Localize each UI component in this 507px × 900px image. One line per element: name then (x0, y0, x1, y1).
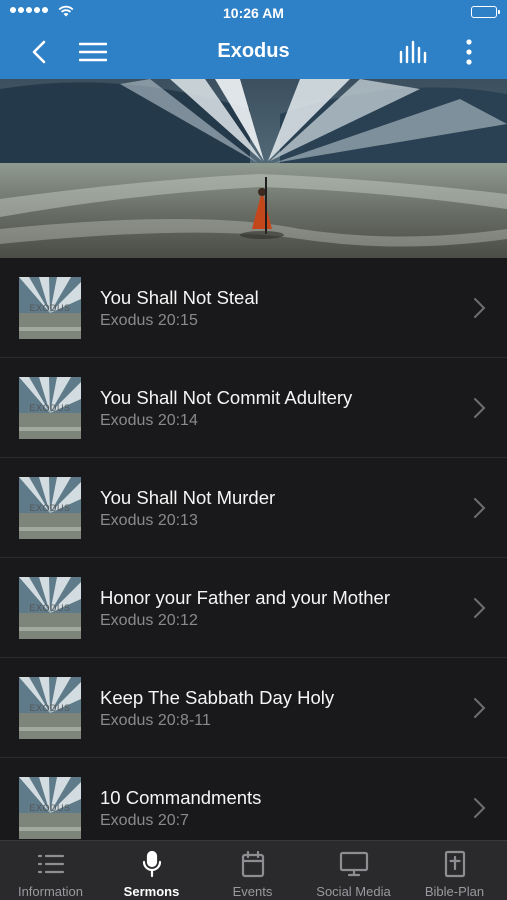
tab-social-media[interactable]: Social Media (303, 841, 404, 900)
more-vertical-icon (466, 39, 472, 65)
thumbnail-caption: EXODUS (29, 603, 71, 613)
sermon-reference: Exodus 20:8-11 (100, 712, 211, 729)
sermon-thumbnail: EXODUS (19, 577, 81, 639)
sermon-row[interactable]: EXODUS Keep The Sabbath Day Holy Exodus … (0, 658, 507, 758)
chevron-right-icon (474, 298, 486, 318)
sermon-title: You Shall Not Commit Adultery (100, 387, 353, 408)
monitor-icon (338, 850, 370, 878)
tab-bible-plan[interactable]: Bible-Plan (404, 841, 505, 900)
thumbnail-caption: EXODUS (29, 803, 71, 813)
sermon-row[interactable]: EXODUS Honor your Father and your Mother… (0, 558, 507, 658)
status-bar: 10:26 AM (0, 0, 507, 26)
sermon-thumbnail: EXODUS (19, 477, 81, 539)
tab-label: Bible-Plan (424, 884, 485, 899)
tab-sermons[interactable]: Sermons (101, 841, 202, 900)
sermon-row[interactable]: EXODUS You Shall Not Commit Adultery Exo… (0, 358, 507, 458)
tab-events[interactable]: Events (202, 841, 303, 900)
tab-label: Information (17, 884, 84, 899)
sermon-thumbnail: EXODUS (19, 377, 81, 439)
thumbnail-caption: EXODUS (29, 403, 71, 413)
tab-label: Events (232, 884, 273, 899)
microphone-icon (136, 850, 168, 878)
sermon-thumbnail: EXODUS (19, 777, 81, 839)
tab-bar: Information Sermons Events Social Media … (0, 840, 507, 900)
sermon-row[interactable]: EXODUS You Shall Not Steal Exodus 20:15 (0, 258, 507, 358)
bible-icon (439, 850, 471, 878)
sermon-title: Honor your Father and your Mother (100, 587, 390, 608)
sermon-reference: Exodus 20:14 (100, 412, 198, 429)
more-button[interactable] (452, 36, 486, 68)
sermon-list: EXODUS You Shall Not Steal Exodus 20:15 … (0, 258, 507, 840)
chevron-right-icon (474, 798, 486, 818)
sermon-reference: Exodus 20:15 (100, 312, 198, 329)
thumbnail-caption: EXODUS (29, 503, 71, 513)
sermon-row[interactable]: EXODUS 10 Commandments Exodus 20:7 (0, 758, 507, 840)
audio-button[interactable] (396, 36, 430, 68)
sermon-reference: Exodus 20:7 (100, 812, 189, 829)
thumbnail-caption: EXODUS (29, 303, 71, 313)
chevron-right-icon (474, 498, 486, 518)
sermon-title: Keep The Sabbath Day Holy (100, 687, 335, 708)
thumbnail-caption: EXODUS (29, 703, 71, 713)
sermon-row[interactable]: EXODUS You Shall Not Murder Exodus 20:13 (0, 458, 507, 558)
battery-icon (471, 6, 500, 18)
equalizer-icon (399, 40, 427, 64)
sermon-title: 10 Commandments (100, 787, 262, 808)
list-icon (35, 850, 67, 878)
page-title: Exodus (217, 40, 290, 62)
chevron-right-icon (474, 598, 486, 618)
tab-information[interactable]: Information (0, 841, 101, 900)
calendar-icon (237, 850, 269, 878)
status-time: 10:26 AM (223, 5, 284, 21)
sermon-title: You Shall Not Steal (100, 287, 259, 308)
sermon-thumbnail: EXODUS (19, 677, 81, 739)
sermon-reference: Exodus 20:13 (100, 512, 198, 529)
nav-bar: Exodus (0, 26, 507, 79)
chevron-right-icon (474, 698, 486, 718)
chevron-right-icon (474, 398, 486, 418)
sermon-reference: Exodus 20:12 (100, 612, 198, 629)
hero-image (0, 79, 507, 258)
tab-label: Social Media (316, 884, 391, 899)
sermon-title: You Shall Not Murder (100, 487, 276, 508)
sermon-thumbnail: EXODUS (19, 277, 81, 339)
tab-label: Sermons (123, 884, 180, 899)
top-bar: 10:26 AM Exodus (0, 0, 507, 79)
